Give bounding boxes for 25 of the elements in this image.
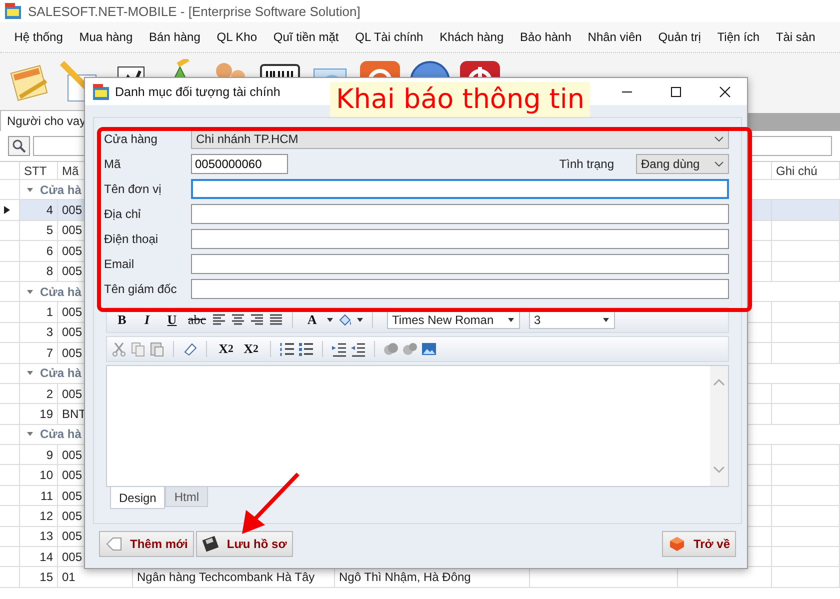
- table-cell: 13: [20, 526, 58, 548]
- table-cell: 14: [20, 547, 58, 568]
- field-label: Tên giám đốc: [104, 282, 178, 296]
- column-header: STT: [20, 162, 58, 180]
- field-label: Tên đơn vị: [104, 182, 162, 196]
- window-title: SALESOFT.NET-MOBILE - [Enterprise Software Solution]: [28, 4, 360, 18]
- table-cell: 11: [20, 486, 58, 506]
- table-cell: 9: [20, 445, 58, 466]
- column-header: Ghi chú: [772, 162, 840, 180]
- table-cell: 6: [20, 241, 58, 262]
- table-cell: 8: [20, 262, 58, 282]
- table-cell: 4: [20, 200, 58, 221]
- table-cell: 3: [20, 322, 58, 344]
- annotation-text: Khai báo thông tin: [330, 82, 590, 117]
- table-cell: 5: [20, 220, 58, 242]
- table-cell: 15: [20, 567, 58, 588]
- table-cell: 12: [20, 506, 58, 527]
- dialog-title: Danh mục đối tượng tài chính: [115, 84, 280, 98]
- field-label: Cửa hàng: [104, 132, 158, 146]
- field-label: Tình trạng: [559, 156, 614, 170]
- table-cell: 1: [20, 302, 58, 323]
- table-cell: 19: [20, 404, 58, 425]
- table-cell: 7: [20, 343, 58, 364]
- table-cell: 10: [20, 465, 58, 486]
- table-cell: 2: [20, 384, 58, 404]
